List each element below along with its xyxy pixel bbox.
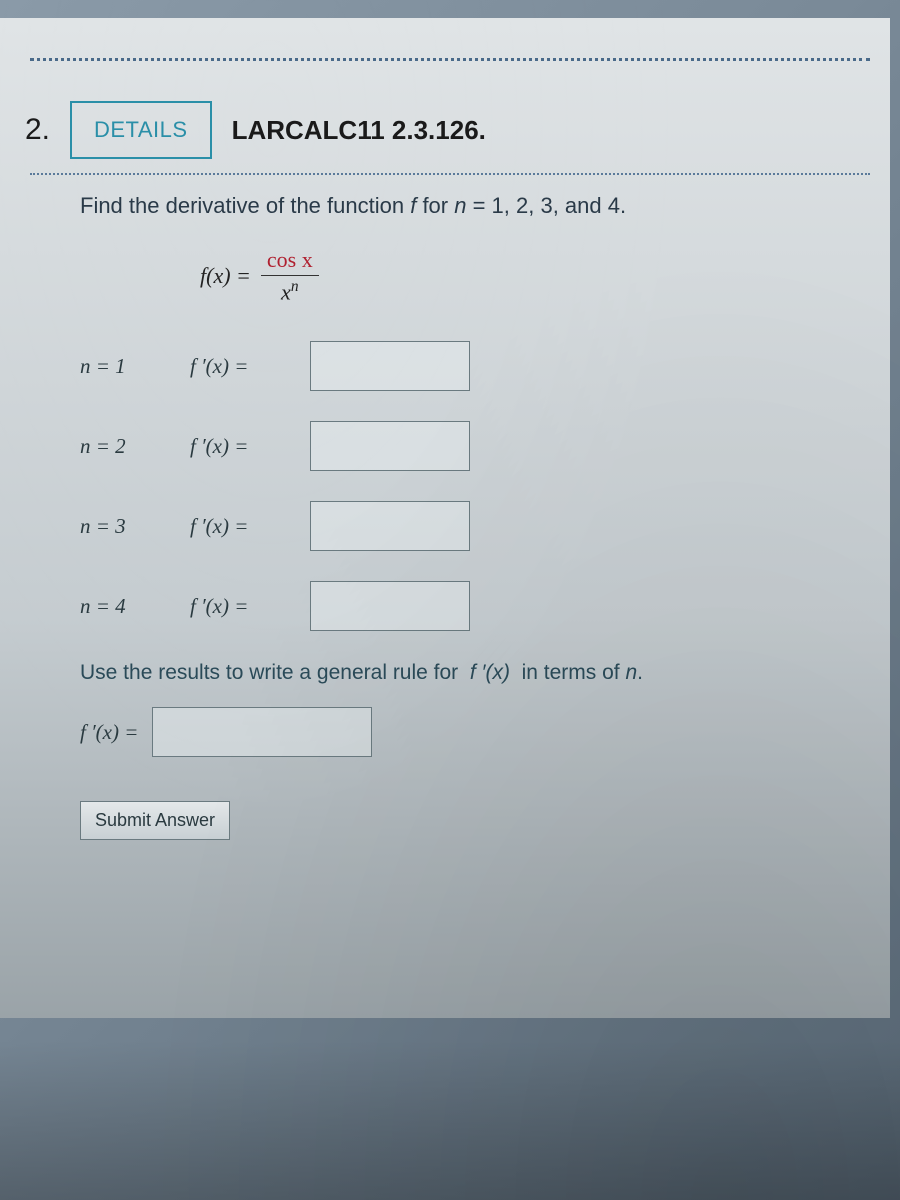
submit-answer-button[interactable]: Submit Answer — [80, 801, 230, 840]
general-rule-row: f ′(x) = — [80, 707, 860, 757]
prompt2-n: n — [625, 661, 637, 684]
fprime-label: f ′(x) = — [190, 514, 280, 539]
details-button[interactable]: DETAILS — [70, 101, 212, 159]
answer-input-general[interactable] — [152, 707, 372, 757]
n-label: n = 1 — [80, 354, 160, 379]
bottom-shadow — [0, 1040, 900, 1200]
prompt-ital-n: n — [454, 193, 466, 218]
divider-mid — [30, 173, 870, 175]
prompt2-c: . — [637, 661, 643, 684]
fprime-label: f ′(x) = — [190, 434, 280, 459]
row-n1: n = 1 f ′(x) = — [80, 341, 860, 391]
question-card: 2. DETAILS LARCALC11 2.3.126. Find the d… — [0, 18, 890, 1018]
n-label: n = 4 — [80, 594, 160, 619]
formula-numerator: cos x — [261, 247, 319, 276]
question-code: LARCALC11 2.3.126. — [232, 115, 486, 146]
question-header: 2. DETAILS LARCALC11 2.3.126. — [10, 101, 870, 159]
n-label: n = 3 — [80, 514, 160, 539]
prompt-text-2: for — [416, 193, 454, 218]
formula-lhs: f(x) = — [200, 263, 251, 289]
function-formula: f(x) = cos x xn — [200, 247, 860, 305]
prompt2-b: in terms of — [510, 661, 626, 684]
row-n3: n = 3 f ′(x) = — [80, 501, 860, 551]
answer-input-n2[interactable] — [310, 421, 470, 471]
prompt2-fprime: f ′(x) — [470, 661, 510, 684]
general-rule-prompt: Use the results to write a general rule … — [80, 661, 860, 685]
row-n2: n = 2 f ′(x) = — [80, 421, 860, 471]
formula-denominator: xn — [281, 276, 298, 305]
fprime-label: f ′(x) = — [190, 354, 280, 379]
answer-input-n1[interactable] — [310, 341, 470, 391]
divider-top — [30, 58, 870, 61]
screen: 2. DETAILS LARCALC11 2.3.126. Find the d… — [0, 0, 900, 1200]
answer-input-n3[interactable] — [310, 501, 470, 551]
problem-body: Find the derivative of the function f fo… — [30, 193, 870, 840]
prompt2-a: Use the results to write a general rule … — [80, 661, 470, 684]
fprime-label: f ′(x) = — [190, 594, 280, 619]
general-label: f ′(x) = — [80, 720, 138, 745]
prompt-text-3: = 1, 2, 3, and 4. — [466, 193, 626, 218]
n-label: n = 2 — [80, 434, 160, 459]
prompt-text-1: Find the derivative of the function — [80, 193, 410, 218]
question-number: 2. — [10, 113, 50, 147]
formula-fraction: cos x xn — [261, 247, 319, 305]
problem-prompt: Find the derivative of the function f fo… — [80, 193, 860, 219]
row-n4: n = 4 f ′(x) = — [80, 581, 860, 631]
answer-input-n4[interactable] — [310, 581, 470, 631]
